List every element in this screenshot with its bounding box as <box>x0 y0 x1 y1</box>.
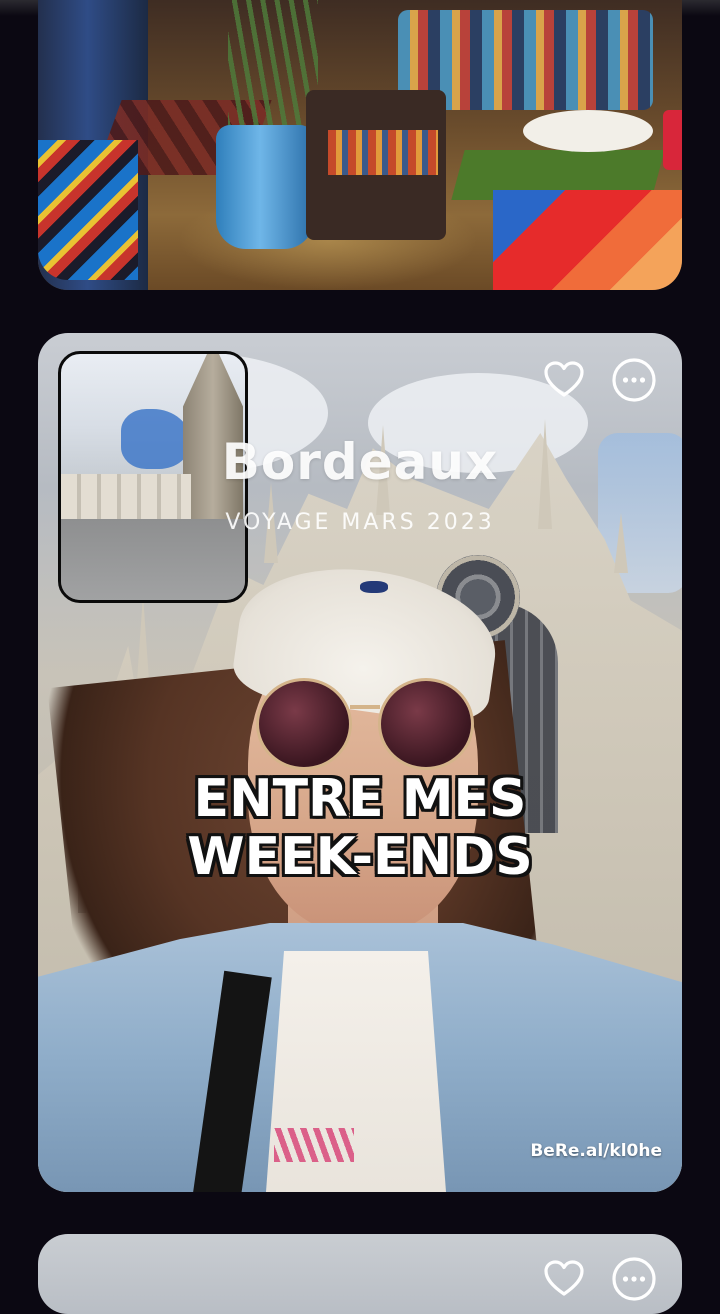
heart-outline-icon <box>544 1260 584 1296</box>
post-card-next[interactable] <box>38 1234 682 1314</box>
caption-line-1: ENTRE MES <box>193 769 527 829</box>
post-subtitle: VOYAGE MARS 2023 <box>225 510 495 535</box>
post-title: Bordeaux <box>221 433 499 491</box>
more-options-icon <box>612 358 656 402</box>
like-button[interactable] <box>541 357 587 403</box>
more-options-button[interactable] <box>611 357 657 403</box>
post-card-previous[interactable] <box>38 0 682 290</box>
more-options-button-next[interactable] <box>611 1256 657 1302</box>
post-card-bordeaux[interactable]: Bordeaux VOYAGE MARS 2023 ENTRE MES WEEK… <box>38 333 682 1192</box>
more-options-icon <box>612 1257 656 1301</box>
heart-outline-icon <box>544 361 584 397</box>
like-button-next[interactable] <box>541 1256 587 1302</box>
caption-line-2: WEEK-ENDS <box>187 827 533 887</box>
bereal-watermark: BeRe.al/kl0he <box>530 1141 662 1161</box>
video-caption: ENTRE MES WEEK-ENDS <box>38 770 682 886</box>
